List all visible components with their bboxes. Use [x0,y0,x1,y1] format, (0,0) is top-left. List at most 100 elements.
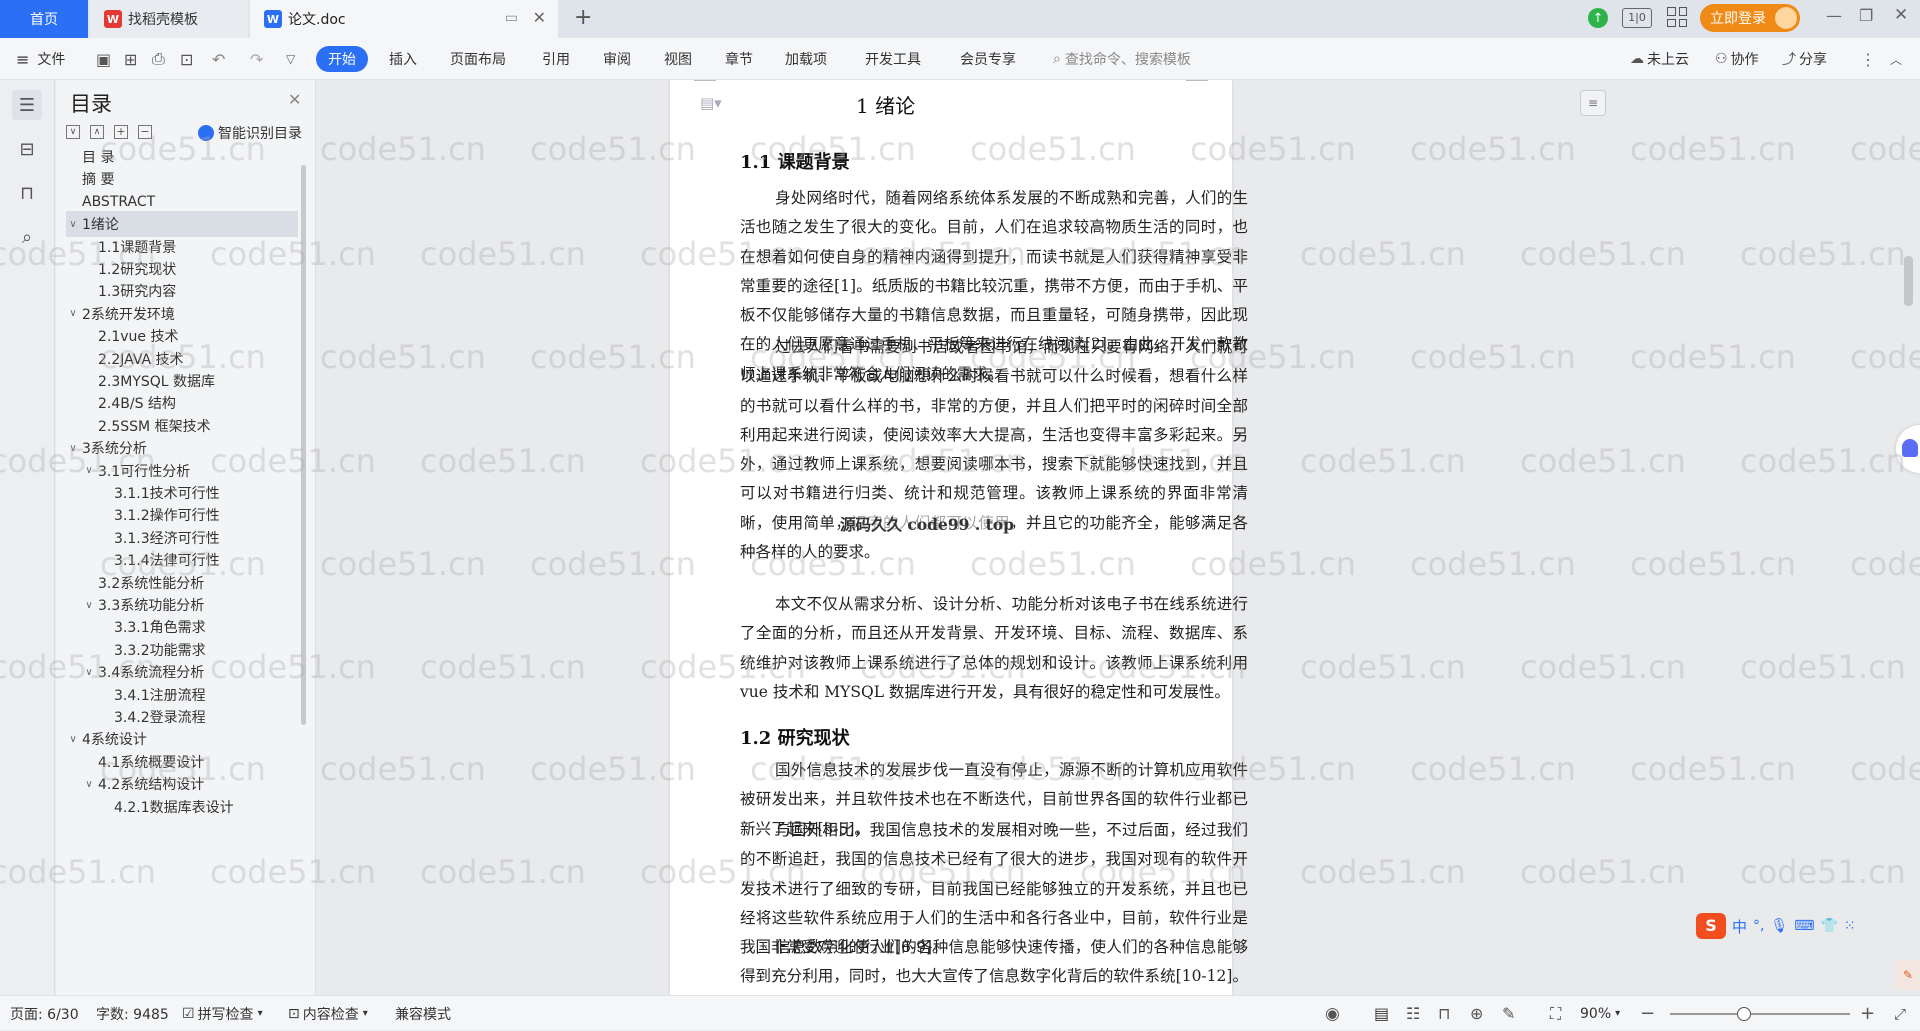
tab-view-label: 视图 [664,52,692,68]
page-indicator[interactable]: 页面: 6/30 [10,996,79,1031]
tab-addons-label: 加载项 [785,52,827,68]
close-window-icon[interactable]: ✕ [1894,5,1908,25]
toc-close-icon[interactable]: ✕ [288,90,301,109]
chevron-down-icon[interactable]: ∨ [82,667,96,678]
toc-title: 目录 [70,92,112,116]
sogou-icon[interactable]: S [1696,913,1726,939]
assistant-float-button[interactable] [1896,425,1920,473]
pen-icon[interactable]: ✎ [1502,996,1515,1031]
tab-start[interactable]: 开始 [316,46,368,72]
export-pdf-icon[interactable]: ⊞ [124,46,137,72]
punct-icon[interactable]: °, [1753,918,1764,934]
tab-vip[interactable]: 会员专享 [960,46,1016,72]
fullscreen-icon[interactable]: ⤢ [1894,996,1906,1031]
tab-home[interactable]: 首页 [0,0,88,38]
toc-item-label: 3系统分析 [82,441,147,458]
smart-toc-icon [198,125,214,141]
tab-template[interactable]: W 找稻壳模板 [90,0,248,38]
find-icon[interactable]: ⌕ [12,222,42,252]
zoom-level[interactable]: 90% ▾ [1580,996,1620,1031]
toc-panel-icon[interactable]: ☰ [12,90,42,120]
layout-icon[interactable]: 1|0 [1622,8,1652,28]
collab-button[interactable]: ⚇ 协作 [1715,46,1759,72]
toolbox-icon[interactable]: ⁙ [1844,918,1856,934]
zoom-slider-handle[interactable] [1737,1007,1751,1021]
feedback-icon[interactable]: ✎ [1896,960,1920,990]
add-heading-icon[interactable]: + [114,125,128,139]
tab-references-label: 引用 [542,52,570,68]
outline-view-icon[interactable]: ☷ [1406,996,1420,1031]
cloud-icon: ☁ [1630,51,1644,67]
collapse-all-icon[interactable]: ∨ [66,125,80,139]
page-view-icon[interactable]: ▤ [1374,996,1389,1031]
mic-icon[interactable]: 🎙 [1770,918,1788,934]
eye-protect-icon[interactable]: ◉ [1325,996,1340,1031]
chevron-down-icon[interactable]: ∨ [66,443,80,454]
minimize-icon[interactable]: — [1826,6,1842,25]
chevron-down-icon[interactable]: ∨ [66,734,80,745]
restore-icon[interactable]: ❐ [1859,6,1873,25]
file-menu[interactable]: ≡ 文件 [16,46,65,72]
login-button[interactable]: 立即登录 [1700,4,1800,32]
tab-view[interactable]: 视图 [664,46,692,72]
tab-home-label: 首页 [30,12,58,28]
more-quick-icon[interactable]: ▽ [286,46,295,72]
reading-view-icon[interactable]: ⊓ [1438,996,1450,1031]
new-tab-icon[interactable]: + [574,5,592,30]
word-count[interactable]: 字数: 9485 [96,996,169,1031]
navigation-pane-icon[interactable]: ⊟ [12,134,42,164]
avatar [1775,7,1797,29]
chevron-down-icon[interactable]: ∨ [82,779,96,790]
chevron-down-icon[interactable]: ∨ [66,219,80,230]
toc-scrollbar[interactable] [301,165,306,725]
keyboard-icon[interactable]: ⌨ [1794,918,1814,934]
tab-references[interactable]: 引用 [542,46,570,72]
toc-item-label: 1绪论 [82,217,119,234]
chevron-down-icon[interactable]: ∨ [82,465,96,476]
save-icon[interactable]: ▣ [96,46,111,72]
more-options-icon[interactable]: ⋮ [1860,46,1876,72]
spell-check-button[interactable]: ☑ 拼写检查 ▾ [182,996,263,1031]
tab-review[interactable]: 审阅 [603,46,631,72]
paragraph-style-icon[interactable]: ▤▾ [700,94,722,112]
section-heading-1-2: 1.2 研究现状 [740,728,850,749]
apps-grid-icon[interactable] [1667,7,1687,27]
doc-filter-icon[interactable]: ≡ [1580,90,1606,116]
ime-lang[interactable]: 中 [1732,916,1747,937]
redo-icon[interactable]: ↷ [250,46,263,72]
bookmark-icon[interactable]: ⊓ [12,178,42,208]
zoom-out-icon[interactable]: − [1640,996,1655,1031]
skin-icon[interactable]: 👕 [1820,918,1837,934]
update-icon[interactable]: ↑ [1588,8,1608,28]
collapse-ribbon-icon[interactable]: ︿ [1890,46,1902,72]
content-check-button[interactable]: ⊡ 内容检查 ▾ [288,996,368,1031]
tab-template-label: 找稻壳模板 [128,12,198,28]
chevron-down-icon[interactable]: ∨ [82,600,96,611]
expand-all-icon[interactable]: ∧ [90,125,104,139]
web-view-icon[interactable]: ⊕ [1470,996,1483,1031]
tab-developer[interactable]: 开发工具 [865,46,921,72]
remove-heading-icon[interactable]: − [138,125,152,139]
fit-page-icon[interactable]: ⛶ [1550,996,1561,1031]
toc-item[interactable]: 4.2.1数据库表设计 [66,794,298,820]
spell-check-icon: ☑ [182,1005,195,1022]
cloud-status[interactable]: ☁ 未上云 [1630,46,1689,72]
tab-close-icon[interactable]: ✕ [533,8,546,27]
tab-addons[interactable]: 加载项 [785,46,827,72]
tab-chapter[interactable]: 章节 [725,46,753,72]
document-scrollbar[interactable] [1904,256,1913,306]
zoom-slider-track[interactable] [1670,1013,1850,1015]
tab-insert[interactable]: 插入 [389,46,417,72]
print-preview-icon[interactable]: ⊡ [180,46,193,72]
collab-label: 协作 [1730,52,1759,68]
chevron-down-icon[interactable]: ∨ [66,308,80,319]
window-pin-icon[interactable]: ▭ [505,10,518,26]
undo-icon[interactable]: ↶ [212,46,225,72]
share-button[interactable]: ⤴ 分享 [1782,46,1827,72]
command-search[interactable]: ⌕ 查找命令、搜索模板 [1053,46,1191,72]
tab-document[interactable]: W 论文.doc ▭ ✕ [250,0,558,38]
print-icon[interactable]: ⎙ [152,46,165,72]
smart-toc-button[interactable]: 智能识别目录 [198,123,302,143]
zoom-in-icon[interactable]: + [1860,996,1875,1031]
tab-layout[interactable]: 页面布局 [450,46,506,72]
